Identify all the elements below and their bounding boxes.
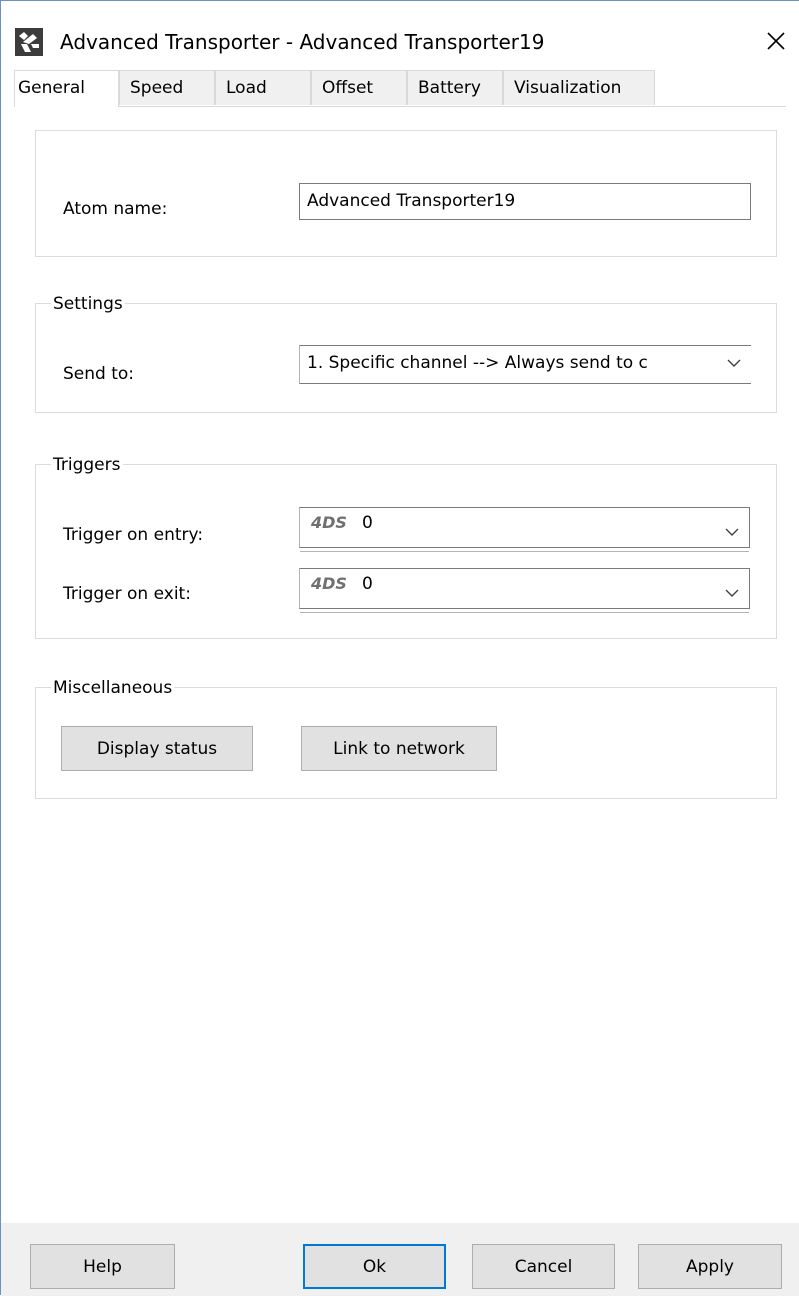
cancel-button[interactable]: Cancel	[472, 1244, 615, 1289]
dialog-button-bar: Help Ok Cancel Apply	[1, 1223, 799, 1296]
atom-name-label: Atom name:	[63, 199, 168, 219]
settings-group-title: Settings	[51, 294, 125, 314]
trigger-exit-4ds-prefix: 4DS	[311, 574, 347, 593]
trigger-exit-value: 0	[362, 574, 373, 594]
tab-general[interactable]: General	[14, 70, 119, 107]
triggers-group: Triggers Trigger on entry: 4DS 0 Trigger…	[35, 455, 777, 639]
chevron-down-icon	[725, 528, 739, 536]
send-to-label: Send to:	[63, 364, 135, 384]
miscellaneous-group-title: Miscellaneous	[51, 678, 175, 698]
send-to-dropdown[interactable]: 1. Specific channel --> Always send to c	[299, 345, 751, 384]
tab-speed[interactable]: Speed	[119, 70, 215, 105]
atom-name-input[interactable]: Advanced Transporter19	[299, 183, 751, 220]
tab-battery[interactable]: Battery	[407, 70, 503, 105]
trigger-entry-4ds-prefix: 4DS	[311, 513, 347, 532]
tab-offset[interactable]: Offset	[311, 70, 407, 105]
properties-dialog: Advanced Transporter - Advanced Transpor…	[0, 0, 799, 1296]
tab-load[interactable]: Load	[215, 70, 311, 105]
help-button[interactable]: Help	[30, 1244, 175, 1289]
trigger-exit-dropdown[interactable]: 4DS 0	[299, 568, 750, 613]
title-bar[interactable]: Advanced Transporter - Advanced Transpor…	[1, 1, 799, 65]
transporter-app-icon	[15, 28, 43, 56]
ok-button[interactable]: Ok	[303, 1244, 446, 1289]
send-to-value: 1. Specific channel --> Always send to c	[307, 353, 648, 373]
display-status-button[interactable]: Display status	[61, 726, 253, 771]
miscellaneous-group: Miscellaneous Display status Link to net…	[35, 678, 777, 799]
close-icon	[767, 32, 785, 50]
close-button[interactable]	[753, 21, 799, 61]
trigger-exit-label: Trigger on exit:	[63, 584, 191, 604]
chevron-down-icon	[727, 359, 741, 367]
trigger-entry-dropdown[interactable]: 4DS 0	[299, 507, 750, 552]
atom-name-group: Atom name: Advanced Transporter19	[35, 130, 777, 257]
link-to-network-button[interactable]: Link to network	[301, 726, 497, 771]
window-title: Advanced Transporter - Advanced Transpor…	[60, 30, 545, 54]
trigger-entry-value: 0	[362, 513, 373, 533]
tab-strip: General Speed Load Offset Battery Visual…	[14, 70, 786, 107]
triggers-group-title: Triggers	[51, 455, 123, 475]
settings-group: Settings Send to: 1. Specific channel --…	[35, 294, 777, 413]
chevron-down-icon	[725, 589, 739, 597]
apply-button[interactable]: Apply	[638, 1244, 782, 1289]
tab-visualization[interactable]: Visualization	[503, 70, 655, 105]
trigger-entry-label: Trigger on entry:	[63, 525, 204, 545]
